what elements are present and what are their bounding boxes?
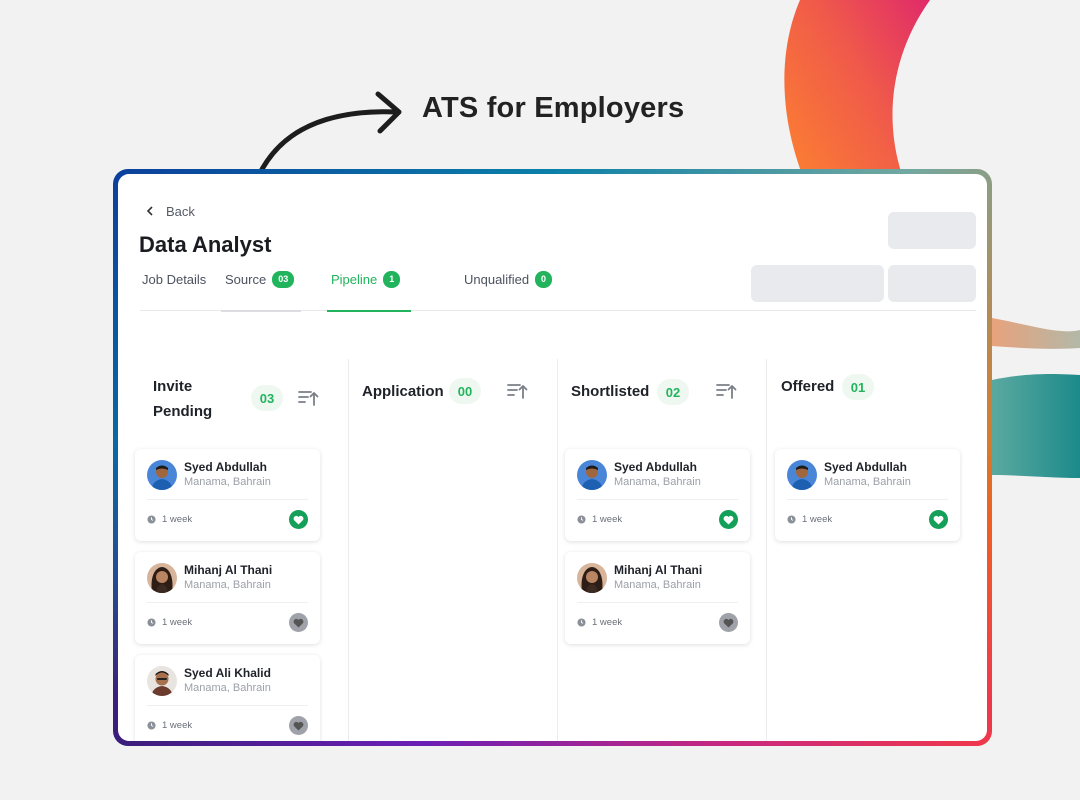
heart-icon [293, 515, 304, 525]
column-header: Application 00 [349, 359, 557, 439]
sort-ascending-icon[interactable] [715, 380, 737, 402]
back-label: Back [166, 204, 195, 219]
divider [577, 602, 738, 603]
divider [787, 499, 948, 500]
column-count-badge: 00 [449, 378, 481, 404]
time-label: 1 week [162, 720, 193, 731]
app-frame: Back Data Analyst Job Details Source 03 … [113, 169, 992, 746]
time-label: 1 week [592, 514, 623, 525]
candidate-name: Syed Abdullah [184, 460, 267, 474]
candidate-location: Manama, Bahrain [184, 682, 271, 694]
tab-job-details[interactable]: Job Details [142, 272, 206, 310]
chevron-left-icon [146, 204, 154, 219]
favorite-button[interactable] [929, 510, 948, 529]
candidate-location: Manama, Bahrain [184, 476, 271, 488]
back-button[interactable]: Back [146, 204, 195, 219]
heart-icon [723, 618, 734, 628]
candidate-name: Syed Abdullah [614, 460, 697, 474]
app-panel: Back Data Analyst Job Details Source 03 … [118, 174, 987, 741]
avatar [147, 563, 177, 593]
time-label: 1 week [162, 617, 193, 628]
tab-count-badge: 0 [535, 271, 553, 288]
divider [577, 499, 738, 500]
avatar [577, 460, 607, 490]
pipeline-column-shortlisted: Shortlisted 02 Syed Abdullah Manama, Bah… [558, 359, 767, 741]
column-count-badge: 03 [251, 385, 283, 411]
candidate-card[interactable]: Syed Abdullah Manama, Bahrain 1 week [135, 449, 320, 541]
time-info: 1 week [787, 514, 832, 525]
clock-icon [147, 721, 156, 730]
candidate-card[interactable]: Mihanj Al Thani Manama, Bahrain 1 week [135, 552, 320, 644]
tab-label: Source [225, 272, 267, 287]
candidate-name: Mihanj Al Thani [614, 563, 703, 577]
candidate-location: Manama, Bahrain [614, 579, 701, 591]
divider [147, 602, 308, 603]
clock-icon [787, 515, 796, 524]
candidate-location: Manama, Bahrain [824, 476, 911, 488]
divider [147, 499, 308, 500]
clock-icon [577, 618, 586, 627]
tab-label: Pipeline [331, 272, 378, 287]
tab-bar: Job Details Source 03 Pipeline 1 Unquali… [140, 266, 976, 312]
time-info: 1 week [577, 617, 622, 628]
avatar [147, 460, 177, 490]
tab-source[interactable]: Source 03 [221, 271, 301, 312]
favorite-button[interactable] [289, 716, 308, 735]
clock-icon [577, 515, 586, 524]
pipeline-column-invite-pending: Invite Pending 03 Syed Abdullah Manama, … [135, 359, 349, 741]
time-label: 1 week [592, 617, 623, 628]
divider [147, 705, 308, 706]
candidate-location: Manama, Bahrain [184, 579, 271, 591]
candidate-card[interactable]: Syed Ali Khalid Manama, Bahrain 1 week [135, 655, 320, 741]
column-header: Invite Pending 03 [140, 359, 348, 439]
column-title: Application [362, 383, 444, 400]
column-title: Offered [781, 378, 835, 395]
sort-ascending-icon[interactable] [506, 380, 528, 402]
avatar [147, 666, 177, 696]
column-title: Shortlisted [571, 383, 650, 400]
pipeline-column-application: Application 00 [349, 359, 558, 741]
time-label: 1 week [802, 514, 833, 525]
favorite-button[interactable] [289, 510, 308, 529]
tab-count-badge: 03 [272, 271, 295, 288]
favorite-button[interactable] [719, 510, 738, 529]
heart-icon [293, 721, 304, 731]
headline: ATS for Employers [422, 92, 685, 124]
heart-icon [933, 515, 944, 525]
clock-icon [147, 618, 156, 627]
placeholder-block [888, 212, 976, 249]
time-info: 1 week [577, 514, 622, 525]
column-header: Offered 01 [767, 359, 977, 439]
column-count-badge: 01 [842, 374, 874, 400]
tab-label: Job Details [142, 272, 207, 287]
avatar [787, 460, 817, 490]
candidate-name: Syed Ali Khalid [184, 666, 271, 680]
tab-pipeline[interactable]: Pipeline 1 [327, 271, 411, 312]
time-info: 1 week [147, 720, 192, 731]
candidate-card[interactable]: Syed Abdullah Manama, Bahrain 1 week [565, 449, 750, 541]
candidate-card[interactable]: Syed Abdullah Manama, Bahrain 1 week [775, 449, 960, 541]
avatar [577, 563, 607, 593]
tab-count-badge: 1 [383, 271, 401, 288]
column-title: Invite Pending [153, 378, 213, 420]
time-info: 1 week [147, 514, 192, 525]
candidate-card[interactable]: Mihanj Al Thani Manama, Bahrain 1 week [565, 552, 750, 644]
column-header: Shortlisted 02 [558, 359, 766, 439]
sort-ascending-icon[interactable] [297, 387, 319, 409]
pipeline-column-offered: Offered 01 Syed Abdullah Manama, Bahrain… [767, 359, 977, 741]
favorite-button[interactable] [289, 613, 308, 632]
clock-icon [147, 515, 156, 524]
candidate-name: Syed Abdullah [824, 460, 907, 474]
tab-label: Unqualified [464, 272, 530, 287]
candidate-name: Mihanj Al Thani [184, 563, 273, 577]
heart-icon [723, 515, 734, 525]
column-count-badge: 02 [657, 379, 689, 405]
candidate-location: Manama, Bahrain [614, 476, 701, 488]
heart-icon [293, 618, 304, 628]
favorite-button[interactable] [719, 613, 738, 632]
time-info: 1 week [147, 617, 192, 628]
page-title: Data Analyst [139, 232, 272, 257]
time-label: 1 week [162, 514, 193, 525]
tab-unqualified[interactable]: Unqualified 0 [464, 271, 553, 310]
